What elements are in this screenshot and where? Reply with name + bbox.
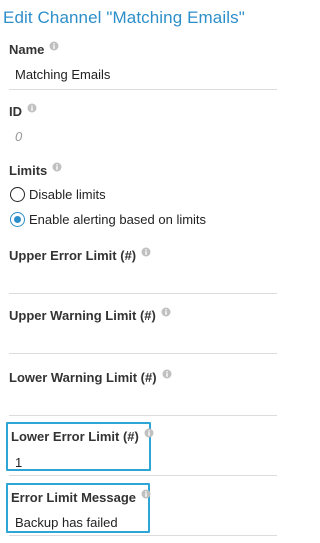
dialog-title: Edit Channel "Matching Emails" <box>3 8 245 27</box>
radio-button-unchecked[interactable] <box>10 187 25 202</box>
lower-warning-limit-underline <box>9 415 277 416</box>
upper-warning-limit-input[interactable] <box>15 331 215 349</box>
info-icon <box>162 369 172 379</box>
radio-disable-limits[interactable]: Disable limits <box>10 187 106 202</box>
lower-error-limit-field: Lower Error Limit (#) 1 <box>9 428 277 476</box>
upper-warning-limit-underline <box>9 353 277 354</box>
lower-warning-limit-field: Lower Warning Limit (#) <box>9 369 277 417</box>
name-underline <box>9 89 277 90</box>
id-label: ID <box>9 103 22 119</box>
info-icon <box>144 428 154 438</box>
info-icon <box>141 489 151 499</box>
upper-error-limit-field: Upper Error Limit (#) <box>9 247 277 295</box>
upper-warning-limit-field: Upper Warning Limit (#) <box>9 307 277 355</box>
upper-error-limit-input[interactable] <box>15 271 215 289</box>
lower-warning-limit-label: Lower Warning Limit (#) <box>9 369 157 385</box>
radio-enable-alerting[interactable]: Enable alerting based on limits <box>10 212 206 227</box>
name-field: Name Matching Emails <box>9 41 277 90</box>
error-limit-message-input[interactable]: Backup has failed <box>15 515 118 530</box>
radio-button-checked[interactable] <box>10 212 25 227</box>
limits-label: Limits <box>9 162 48 178</box>
name-input[interactable]: Matching Emails <box>15 67 110 82</box>
error-limit-message-underline <box>9 535 277 536</box>
id-field: ID 0 <box>9 103 277 153</box>
lower-error-limit-underline <box>9 475 277 476</box>
upper-error-limit-label: Upper Error Limit (#) <box>9 247 137 263</box>
error-limit-message-label: Error Limit Message <box>11 489 136 505</box>
upper-error-limit-underline <box>9 293 277 294</box>
lower-error-limit-input[interactable]: 1 <box>15 455 22 470</box>
info-icon <box>49 41 59 51</box>
info-icon <box>141 247 151 257</box>
lower-warning-limit-input[interactable] <box>15 393 215 411</box>
name-label: Name <box>9 41 45 57</box>
info-icon <box>52 162 62 172</box>
info-icon <box>27 103 37 113</box>
info-icon <box>161 307 171 317</box>
error-limit-message-field: Error Limit Message Backup has failed <box>9 489 277 537</box>
upper-warning-limit-label: Upper Warning Limit (#) <box>9 307 156 323</box>
radio-label: Disable limits <box>29 187 106 202</box>
radio-label: Enable alerting based on limits <box>29 212 207 227</box>
id-value: 0 <box>15 129 23 144</box>
lower-error-limit-label: Lower Error Limit (#) <box>11 428 139 444</box>
